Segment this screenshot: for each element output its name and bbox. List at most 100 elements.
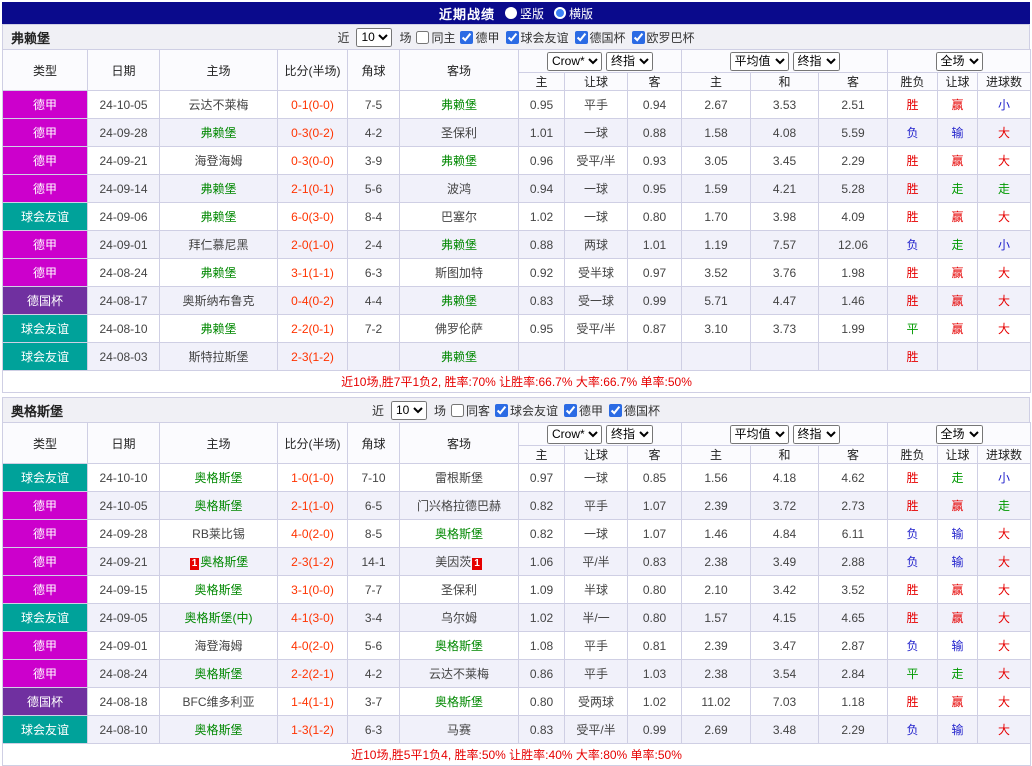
layout-option-horizontal[interactable]: 横版 bbox=[554, 5, 593, 22]
recent-count-select[interactable]: 10 bbox=[390, 400, 427, 420]
away-team[interactable]: 佛罗伦萨 bbox=[399, 314, 519, 343]
home-team[interactable]: 弗赖堡 bbox=[159, 258, 278, 287]
same-venue-checkbox[interactable] bbox=[416, 30, 430, 44]
euro-odds-home: 3.52 bbox=[681, 258, 751, 287]
league-filter[interactable]: 德国杯 bbox=[574, 29, 626, 46]
home-team[interactable]: 斯特拉斯堡 bbox=[159, 342, 278, 371]
goals-flag: 大 bbox=[977, 118, 1032, 147]
home-team[interactable]: 奥格斯堡 bbox=[159, 491, 278, 520]
league-filter-checkbox[interactable] bbox=[609, 403, 623, 417]
recent-count-select[interactable]: 10 bbox=[356, 27, 393, 47]
home-team[interactable]: 海登海姆 bbox=[159, 146, 278, 175]
match-score[interactable]: 2-0(1-0) bbox=[277, 230, 348, 259]
home-team[interactable]: 奥格斯堡 bbox=[159, 659, 278, 688]
away-team[interactable]: 弗赖堡 bbox=[399, 286, 519, 315]
home-team[interactable]: 云达不莱梅 bbox=[159, 90, 278, 119]
home-team[interactable]: RB莱比锡 bbox=[159, 519, 278, 548]
away-team[interactable]: 奥格斯堡 bbox=[399, 631, 519, 660]
away-team[interactable]: 美因茨 1 bbox=[399, 547, 519, 576]
match-score[interactable]: 2-1(0-1) bbox=[277, 174, 348, 203]
layout-option-vertical[interactable]: 竖版 bbox=[504, 5, 544, 22]
league-filter-checkbox[interactable] bbox=[495, 403, 508, 417]
away-team[interactable]: 圣保利 bbox=[399, 575, 519, 604]
away-team[interactable]: 乌尔姆 bbox=[399, 603, 519, 632]
home-team[interactable]: 奥格斯堡 bbox=[159, 575, 278, 604]
match-score[interactable]: 2-3(1-2) bbox=[277, 342, 348, 371]
league-filter[interactable]: 球会友谊 bbox=[505, 29, 569, 46]
league-filter-checkbox[interactable] bbox=[631, 30, 645, 44]
scope-select[interactable]: 全场 bbox=[935, 424, 983, 444]
away-team[interactable]: 云达不莱梅 bbox=[399, 659, 519, 688]
home-team[interactable]: 奥格斯堡 bbox=[159, 463, 278, 492]
match-score[interactable]: 0-1(0-0) bbox=[277, 90, 348, 119]
match-score[interactable]: 4-0(2-0) bbox=[277, 631, 348, 660]
home-team[interactable]: 弗赖堡 bbox=[159, 314, 278, 343]
match-score[interactable]: 0-3(0-0) bbox=[277, 146, 348, 175]
league-filter-checkbox[interactable] bbox=[564, 403, 578, 417]
match-score[interactable]: 1-0(1-0) bbox=[277, 463, 348, 492]
bookmaker-select[interactable]: Crow* bbox=[547, 424, 602, 444]
team-name-text: 海登海姆 bbox=[194, 154, 243, 168]
match-score[interactable]: 3-1(1-1) bbox=[277, 258, 348, 287]
result-flag: 负 bbox=[887, 547, 939, 576]
vertical-layout-radio[interactable] bbox=[504, 7, 517, 19]
league-filter[interactable]: 德甲 bbox=[564, 402, 603, 419]
away-team[interactable]: 雷根斯堡 bbox=[399, 463, 519, 492]
same-venue-filter[interactable]: 同主 bbox=[416, 29, 455, 46]
home-team[interactable]: 奥斯纳布鲁克 bbox=[159, 286, 278, 315]
match-score[interactable]: 0-3(0-2) bbox=[277, 118, 348, 147]
home-team[interactable]: 海登海姆 bbox=[159, 631, 278, 660]
euro-stage-select[interactable]: 终指 bbox=[792, 51, 840, 71]
euro-avg-select[interactable]: 平均值 bbox=[729, 424, 789, 444]
home-team[interactable]: 奥格斯堡 bbox=[159, 715, 278, 744]
away-team[interactable]: 门兴格拉德巴赫 bbox=[399, 491, 519, 520]
away-team[interactable]: 弗赖堡 bbox=[399, 146, 519, 175]
same-venue-filter[interactable]: 同客 bbox=[450, 402, 490, 419]
asia-stage-select[interactable]: 终指 bbox=[606, 424, 653, 444]
match-score[interactable]: 1-3(1-2) bbox=[277, 715, 348, 744]
league-filter[interactable]: 德国杯 bbox=[609, 402, 660, 419]
euro-stage-select[interactable]: 终指 bbox=[792, 424, 840, 444]
home-team[interactable]: 奥格斯堡(中) bbox=[159, 603, 278, 632]
asia-odds-line: 受两球 bbox=[564, 687, 628, 716]
match-score[interactable]: 0-4(0-2) bbox=[277, 286, 348, 315]
match-score[interactable]: 6-0(3-0) bbox=[277, 202, 348, 231]
away-team[interactable]: 斯图加特 bbox=[399, 258, 519, 287]
league-filter[interactable]: 球会友谊 bbox=[495, 402, 558, 419]
away-team[interactable]: 奥格斯堡 bbox=[399, 687, 519, 716]
horizontal-layout-radio[interactable] bbox=[554, 7, 566, 19]
match-score[interactable]: 2-1(1-0) bbox=[277, 491, 348, 520]
league-filter-checkbox[interactable] bbox=[574, 30, 588, 44]
subcol-euro-home: 主 bbox=[681, 445, 751, 464]
away-team[interactable]: 马赛 bbox=[399, 715, 519, 744]
scope-select[interactable]: 全场 bbox=[935, 51, 983, 71]
league-filter[interactable]: 欧罗巴杯 bbox=[631, 29, 695, 46]
same-venue-checkbox[interactable] bbox=[450, 403, 464, 417]
away-team[interactable]: 巴塞尔 bbox=[399, 202, 519, 231]
away-team[interactable]: 弗赖堡 bbox=[399, 90, 519, 119]
home-team[interactable]: 弗赖堡 bbox=[159, 174, 278, 203]
match-score[interactable]: 4-0(2-0) bbox=[277, 519, 348, 548]
match-score[interactable]: 1-4(1-1) bbox=[277, 687, 348, 716]
bookmaker-select[interactable]: Crow* bbox=[547, 51, 602, 71]
away-team[interactable]: 圣保利 bbox=[399, 118, 519, 147]
match-score[interactable]: 4-1(3-0) bbox=[277, 603, 348, 632]
match-score[interactable]: 3-1(0-0) bbox=[277, 575, 348, 604]
league-filter-checkbox[interactable] bbox=[460, 30, 474, 44]
match-score[interactable]: 2-2(2-1) bbox=[277, 659, 348, 688]
away-team[interactable]: 奥格斯堡 bbox=[399, 519, 519, 548]
match-score[interactable]: 2-3(1-2) bbox=[277, 547, 348, 576]
away-team[interactable]: 波鸿 bbox=[399, 174, 519, 203]
league-filter-checkbox[interactable] bbox=[505, 30, 519, 44]
match-score[interactable]: 2-2(0-1) bbox=[277, 314, 348, 343]
home-team[interactable]: 1 奥格斯堡 bbox=[159, 547, 278, 576]
home-team[interactable]: 弗赖堡 bbox=[159, 202, 278, 231]
home-team[interactable]: 弗赖堡 bbox=[159, 118, 278, 147]
euro-avg-select[interactable]: 平均值 bbox=[729, 51, 789, 71]
away-team[interactable]: 弗赖堡 bbox=[399, 342, 519, 371]
league-filter[interactable]: 德甲 bbox=[460, 29, 500, 46]
away-team[interactable]: 弗赖堡 bbox=[399, 230, 519, 259]
home-team[interactable]: 拜仁慕尼黑 bbox=[159, 230, 278, 259]
asia-stage-select[interactable]: 终指 bbox=[606, 51, 653, 71]
home-team[interactable]: BFC维多利亚 bbox=[159, 687, 278, 716]
